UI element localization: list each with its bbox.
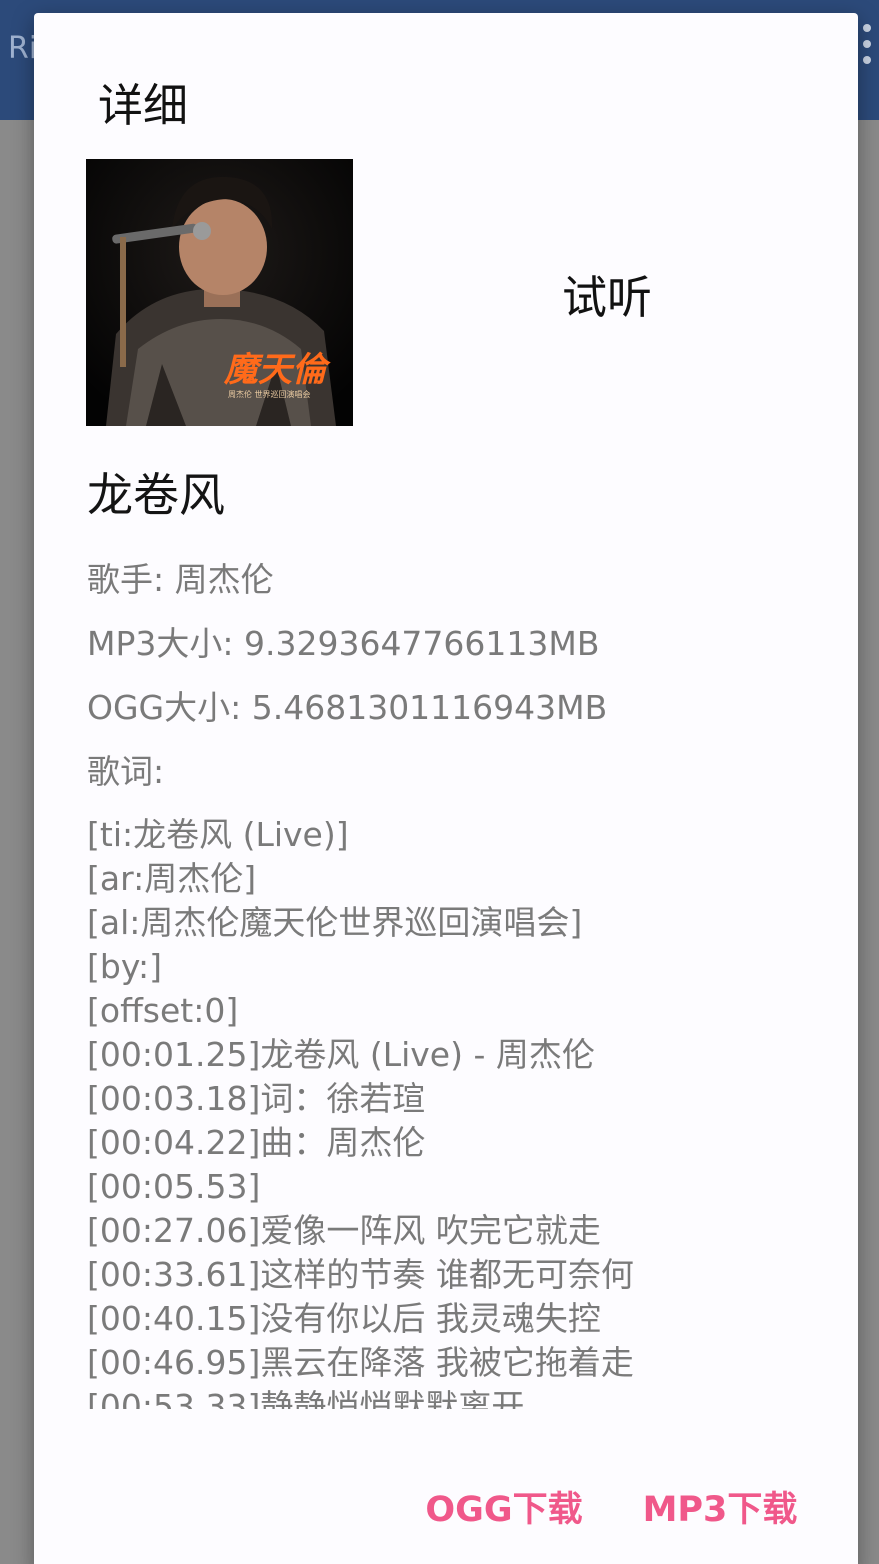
- background-app-title: Rit: [8, 31, 36, 66]
- singer-text: 歌手: 周杰伦: [87, 560, 274, 599]
- lyric-line: [00:40.15]没有你以后 我灵魂失控: [87, 1299, 601, 1338]
- lyric-line: [00:04.22]曲：周杰伦: [87, 1123, 426, 1162]
- mp3-download-button[interactable]: MP3下载: [632, 1475, 808, 1545]
- ogg-download-button[interactable]: OGG下载: [416, 1475, 592, 1545]
- lyric-line: [by:]: [87, 947, 162, 986]
- song-title: 龙卷风: [87, 468, 225, 522]
- dialog-title: 详细: [98, 79, 189, 132]
- lyric-line: [00:27.06]爱像一阵风 吹完它就走: [87, 1211, 601, 1250]
- lyric-line: [al:周杰伦魔天伦世界巡回演唱会]: [87, 903, 583, 942]
- ogg-size-text: OGG大小: 5.4681301116943MB: [87, 688, 608, 727]
- album-cover-art: 魔天倫 周杰伦 世界巡回演唱会: [86, 159, 353, 426]
- preview-button[interactable]: 试听: [522, 263, 692, 333]
- lyric-line: [00:33.61]这样的节奏 谁都无可奈何: [87, 1255, 634, 1294]
- album-cover-image: 魔天倫 周杰伦 世界巡回演唱会: [86, 159, 353, 426]
- cover-caption: 周杰伦 世界巡回演唱会: [228, 389, 311, 399]
- lyric-line: [00:53.33]静静悄悄默默离开: [87, 1387, 525, 1409]
- lyric-line: [ar:周杰伦]: [87, 859, 257, 898]
- lyrics-label: 歌词:: [87, 752, 165, 791]
- cover-logo-text: 魔天倫: [223, 350, 331, 390]
- lyric-line: [00:03.18]词：徐若瑄: [87, 1079, 426, 1118]
- lyric-line: [00:05.53]: [87, 1167, 261, 1206]
- more-vert-icon: [861, 24, 873, 64]
- lyric-line: [ti:龙卷风 (Live)]: [87, 815, 349, 854]
- lyric-line: [00:01.25]龙卷风 (Live) - 周杰伦: [87, 1035, 595, 1074]
- lyric-line: [offset:0]: [87, 991, 239, 1030]
- song-detail-dialog: 详细 魔天倫 周杰伦 世界巡回演唱会 试听 龙卷风 歌手: 周杰伦 MP3大小:…: [34, 13, 858, 1564]
- mp3-size-text: MP3大小: 9.3293647766113MB: [87, 624, 600, 663]
- lyrics-scroll-area[interactable]: [ti:龙卷风 (Live)] [ar:周杰伦] [al:周杰伦魔天伦世界巡回演…: [87, 813, 827, 1409]
- lyric-line: [00:46.95]黑云在降落 我被它拖着走: [87, 1343, 634, 1382]
